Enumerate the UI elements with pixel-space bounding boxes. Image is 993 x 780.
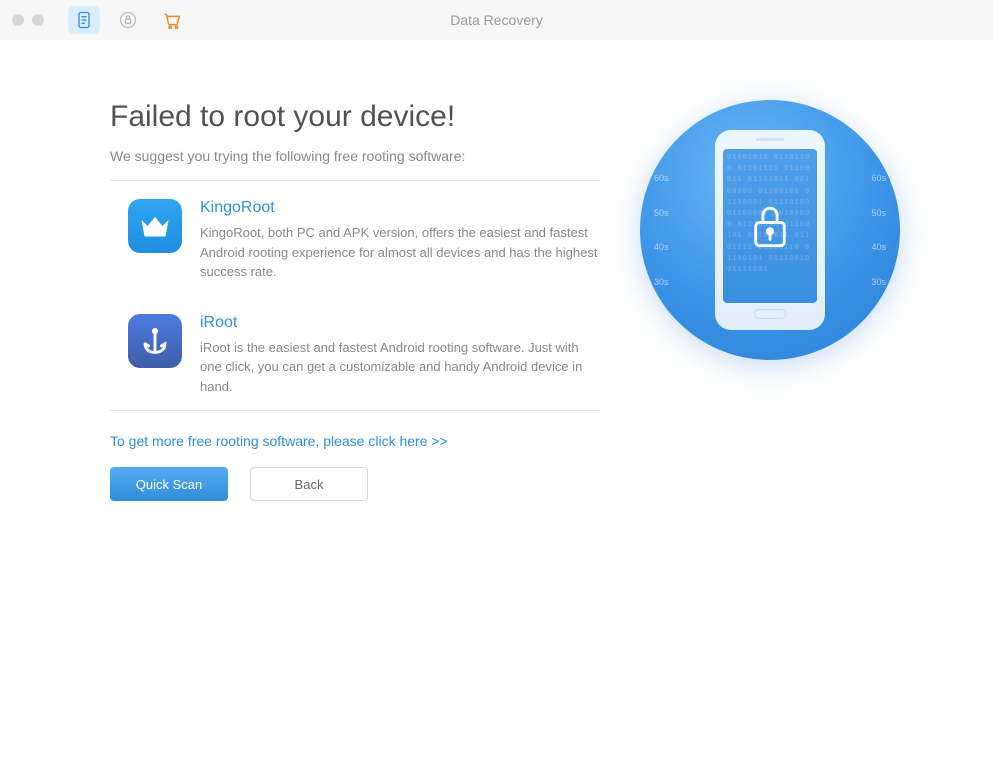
scale-label: 60s — [871, 173, 886, 183]
more-rooting-software-link[interactable]: To get more free rooting software, pleas… — [110, 433, 600, 449]
document-icon — [74, 10, 94, 30]
iroot-icon — [128, 314, 182, 368]
left-scale: 70s 60s 50s 40s 30s 20s — [654, 138, 688, 322]
window-controls[interactable] — [12, 14, 44, 26]
lock-circle-icon — [118, 10, 138, 30]
divider — [110, 410, 600, 411]
data-recovery-tab-icon[interactable] — [68, 6, 100, 34]
scale-label: 70s — [871, 138, 886, 148]
illustration: 70s 60s 50s 40s 30s 20s 70s 60s 50s 40s … — [640, 100, 900, 360]
scale-label: 50s — [871, 208, 886, 218]
anchor-icon — [138, 324, 172, 358]
store-tab-icon[interactable] — [156, 6, 188, 34]
page-subtitle: We suggest you trying the following free… — [110, 148, 600, 164]
minimize-window-dot[interactable] — [32, 14, 44, 26]
scale-label: 60s — [654, 173, 669, 183]
scale-label: 40s — [654, 242, 669, 252]
crown-icon — [137, 208, 173, 244]
right-scale: 70s 60s 50s 40s 30s 20s — [852, 138, 886, 322]
backup-tab-icon[interactable] — [112, 6, 144, 34]
scale-label: 30s — [654, 277, 669, 287]
back-button[interactable]: Back — [250, 467, 368, 501]
software-item-iroot: iRoot iRoot is the easiest and fastest A… — [110, 296, 600, 411]
window-title: Data Recovery — [450, 12, 543, 28]
scale-label: 70s — [654, 138, 669, 148]
iroot-description: iRoot is the easiest and fastest Android… — [200, 338, 600, 397]
scale-label: 20s — [871, 312, 886, 322]
scale-label: 20s — [654, 312, 669, 322]
kingoroot-icon — [128, 199, 182, 253]
toolbar: Data Recovery — [0, 0, 993, 40]
quick-scan-button[interactable]: Quick Scan — [110, 467, 228, 501]
kingoroot-description: KingoRoot, both PC and APK version, offe… — [200, 223, 600, 282]
scale-label: 50s — [654, 208, 669, 218]
phone-illustration: 01001010 01101100 01101111 01100011 0110… — [715, 130, 825, 330]
cart-icon — [161, 9, 183, 31]
close-window-dot[interactable] — [12, 14, 24, 26]
kingoroot-link-name[interactable]: KingoRoot — [200, 199, 600, 217]
scale-label: 30s — [871, 277, 886, 287]
scale-label: 40s — [871, 242, 886, 252]
software-item-kingoroot: KingoRoot KingoRoot, both PC and APK ver… — [110, 181, 600, 296]
iroot-link-name[interactable]: iRoot — [200, 314, 600, 332]
page-title: Failed to root your device! — [110, 100, 600, 134]
